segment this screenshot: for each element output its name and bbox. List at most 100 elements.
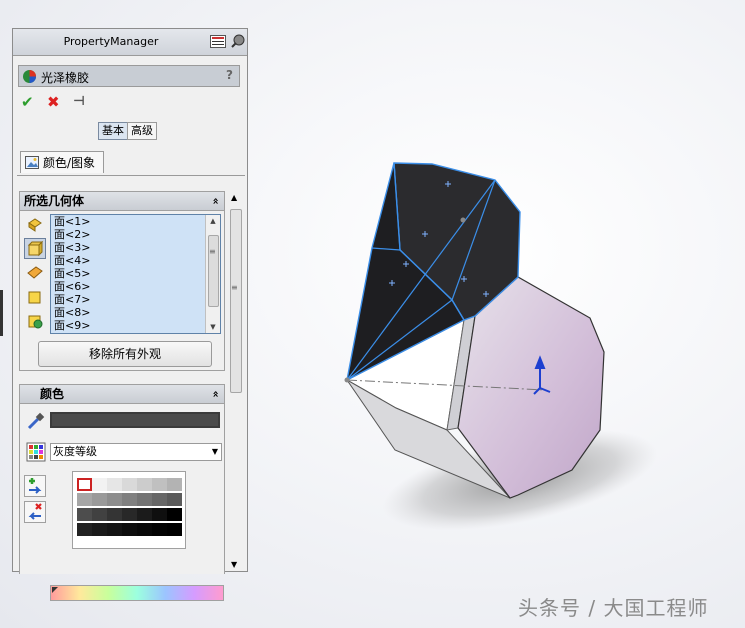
scroll-grip-icon: ≡ <box>209 247 216 256</box>
selected-geometry-title: 所选几何体 <box>24 194 85 208</box>
current-color-row <box>24 410 224 432</box>
image-icon <box>25 156 39 169</box>
palette-swatch[interactable] <box>137 478 152 491</box>
face-list-scrollbar[interactable]: ▲ ≡ ▼ <box>205 215 220 333</box>
spectrum-marker-icon <box>52 587 58 593</box>
color-palette[interactable] <box>72 471 186 549</box>
face-list-item[interactable]: 面<8> <box>51 306 220 319</box>
current-color-swatch[interactable] <box>50 412 220 428</box>
display-pane-icon[interactable] <box>210 35 226 48</box>
face-list-item[interactable]: 面<4> <box>51 254 220 267</box>
property-manager-panel: PropertyManager 光泽橡胶 ? ✔ ✖ ⊣ 基本 高级 颜色/图象… <box>12 28 248 601</box>
color-group-header[interactable]: 颜色 « <box>20 385 224 404</box>
preset-select[interactable]: 灰度等级 ▼ <box>50 443 222 461</box>
eyedropper-icon[interactable] <box>26 411 46 431</box>
palette-swatch[interactable] <box>167 478 182 491</box>
collapse-chevron-icon[interactable]: « <box>206 197 224 204</box>
filter-face-icon[interactable] <box>24 238 46 259</box>
palette-swatch[interactable] <box>137 508 152 521</box>
selected-geometry-header[interactable]: 所选几何体 « <box>20 192 224 211</box>
add-color-icon[interactable] <box>24 475 46 497</box>
property-manager-title: PropertyManager <box>63 35 159 48</box>
palette-swatch[interactable] <box>77 493 92 506</box>
ok-icon[interactable]: ✔ <box>21 93 34 111</box>
remove-color-icon[interactable] <box>24 501 46 523</box>
scroll-up-icon[interactable]: ▲ <box>206 215 220 227</box>
filter-surface-icon[interactable] <box>24 262 46 283</box>
palette-swatch[interactable] <box>122 493 137 506</box>
palette-swatch[interactable] <box>152 493 167 506</box>
tab-advanced[interactable]: 高级 <box>127 122 157 140</box>
pivot-point <box>460 217 466 223</box>
scroll-down-icon[interactable]: ▼ <box>231 560 237 569</box>
scroll-thumb[interactable] <box>230 209 242 393</box>
palette-swatch[interactable] <box>77 508 92 521</box>
appearance-ball-icon <box>23 70 36 83</box>
remove-all-appearances-button[interactable]: 移除所有外观 <box>38 341 212 367</box>
scroll-thumb[interactable] <box>208 235 219 307</box>
property-manager-header: PropertyManager <box>13 29 247 56</box>
palette-swatch[interactable] <box>152 523 167 536</box>
palette-swatch[interactable] <box>137 523 152 536</box>
vertex-point <box>344 377 350 383</box>
panel-edge-handle[interactable] <box>0 290 3 336</box>
filter-feature-icon[interactable] <box>24 310 46 331</box>
scroll-grip-icon: ≡ <box>231 283 238 292</box>
palette-swatch[interactable] <box>122 523 137 536</box>
palette-swatch[interactable] <box>122 508 137 521</box>
help-icon[interactable]: ? <box>226 68 233 82</box>
model-body[interactable] <box>344 162 605 499</box>
tab-basic[interactable]: 基本 <box>98 122 128 140</box>
tab-color-image-label: 颜色/图象 <box>43 156 96 170</box>
palette-swatch[interactable] <box>167 493 182 506</box>
palette-swatch[interactable] <box>92 523 107 536</box>
cancel-icon[interactable]: ✖ <box>47 93 60 111</box>
palette-swatch[interactable] <box>107 523 122 536</box>
face-list[interactable]: 面<1> 面<2> 面<3> 面<4> 面<5> 面<6> 面<7> 面<8> 面<9> ▲ ≡… <box>50 214 221 334</box>
feature-header: 光泽橡胶 ? <box>18 65 240 87</box>
face-list-item[interactable]: 面<7> <box>51 293 220 306</box>
palette-swatch[interactable] <box>107 493 122 506</box>
face-list-item[interactable]: 面<5> <box>51 267 220 280</box>
face-list-item[interactable]: 面<3> <box>51 241 220 254</box>
face-list-item[interactable]: 面<6> <box>51 280 220 293</box>
swatch-tools <box>24 475 48 527</box>
scroll-up-icon[interactable]: ▲ <box>231 193 237 202</box>
palette-swatch[interactable] <box>107 508 122 521</box>
palette-swatch[interactable] <box>92 478 107 491</box>
palette-swatch[interactable] <box>152 508 167 521</box>
scroll-down-icon[interactable]: ▼ <box>206 321 220 333</box>
palette-swatch[interactable] <box>167 508 182 521</box>
collapse-chevron-icon[interactable]: « <box>206 390 224 397</box>
palette-swatch[interactable] <box>77 478 92 491</box>
chevron-down-icon: ▼ <box>211 447 218 456</box>
color-group-title: 颜色 <box>40 387 65 401</box>
graphics-viewport[interactable] <box>250 0 745 628</box>
palette-swatch[interactable] <box>137 493 152 506</box>
tab-color-image[interactable]: 颜色/图象 <box>20 151 104 173</box>
palette-swatch[interactable] <box>92 493 107 506</box>
feature-name: 光泽橡胶 <box>41 71 90 85</box>
face-list-item[interactable]: 面<1> <box>51 215 220 228</box>
tab-strip: 颜色/图象 <box>17 149 245 176</box>
pin-icon[interactable]: ⊣ <box>73 93 85 111</box>
palette-swatch[interactable] <box>152 478 167 491</box>
palette-swatch[interactable] <box>77 523 92 536</box>
color-swatch-icon[interactable] <box>26 442 46 462</box>
filter-part-icon[interactable] <box>24 214 46 235</box>
confirm-row: ✔ ✖ ⊣ <box>19 93 109 111</box>
palette-swatch[interactable] <box>92 508 107 521</box>
palette-swatch[interactable] <box>167 523 182 536</box>
palette-swatch[interactable] <box>122 478 137 491</box>
color-group: 颜色 « 灰度等级 ▼ <box>19 384 225 601</box>
filter-body-icon[interactable] <box>24 286 46 307</box>
selected-geometry-group: 所选几何体 « 面<1> 面<2> 面<3> 面<4> 面<5> 面<6> 面<7> 面<8>… <box>19 191 225 371</box>
mode-tabs: 基本 高级 <box>98 122 157 140</box>
panel-scrollbar[interactable]: ▲ ≡ ▼ <box>228 193 244 569</box>
face-list-item[interactable]: 面<9> <box>51 319 220 332</box>
color-spectrum[interactable] <box>50 585 224 601</box>
appearance-icon[interactable] <box>231 34 245 48</box>
preset-row: 灰度等级 ▼ <box>24 442 224 464</box>
face-list-item[interactable]: 面<2> <box>51 228 220 241</box>
palette-swatch[interactable] <box>107 478 122 491</box>
